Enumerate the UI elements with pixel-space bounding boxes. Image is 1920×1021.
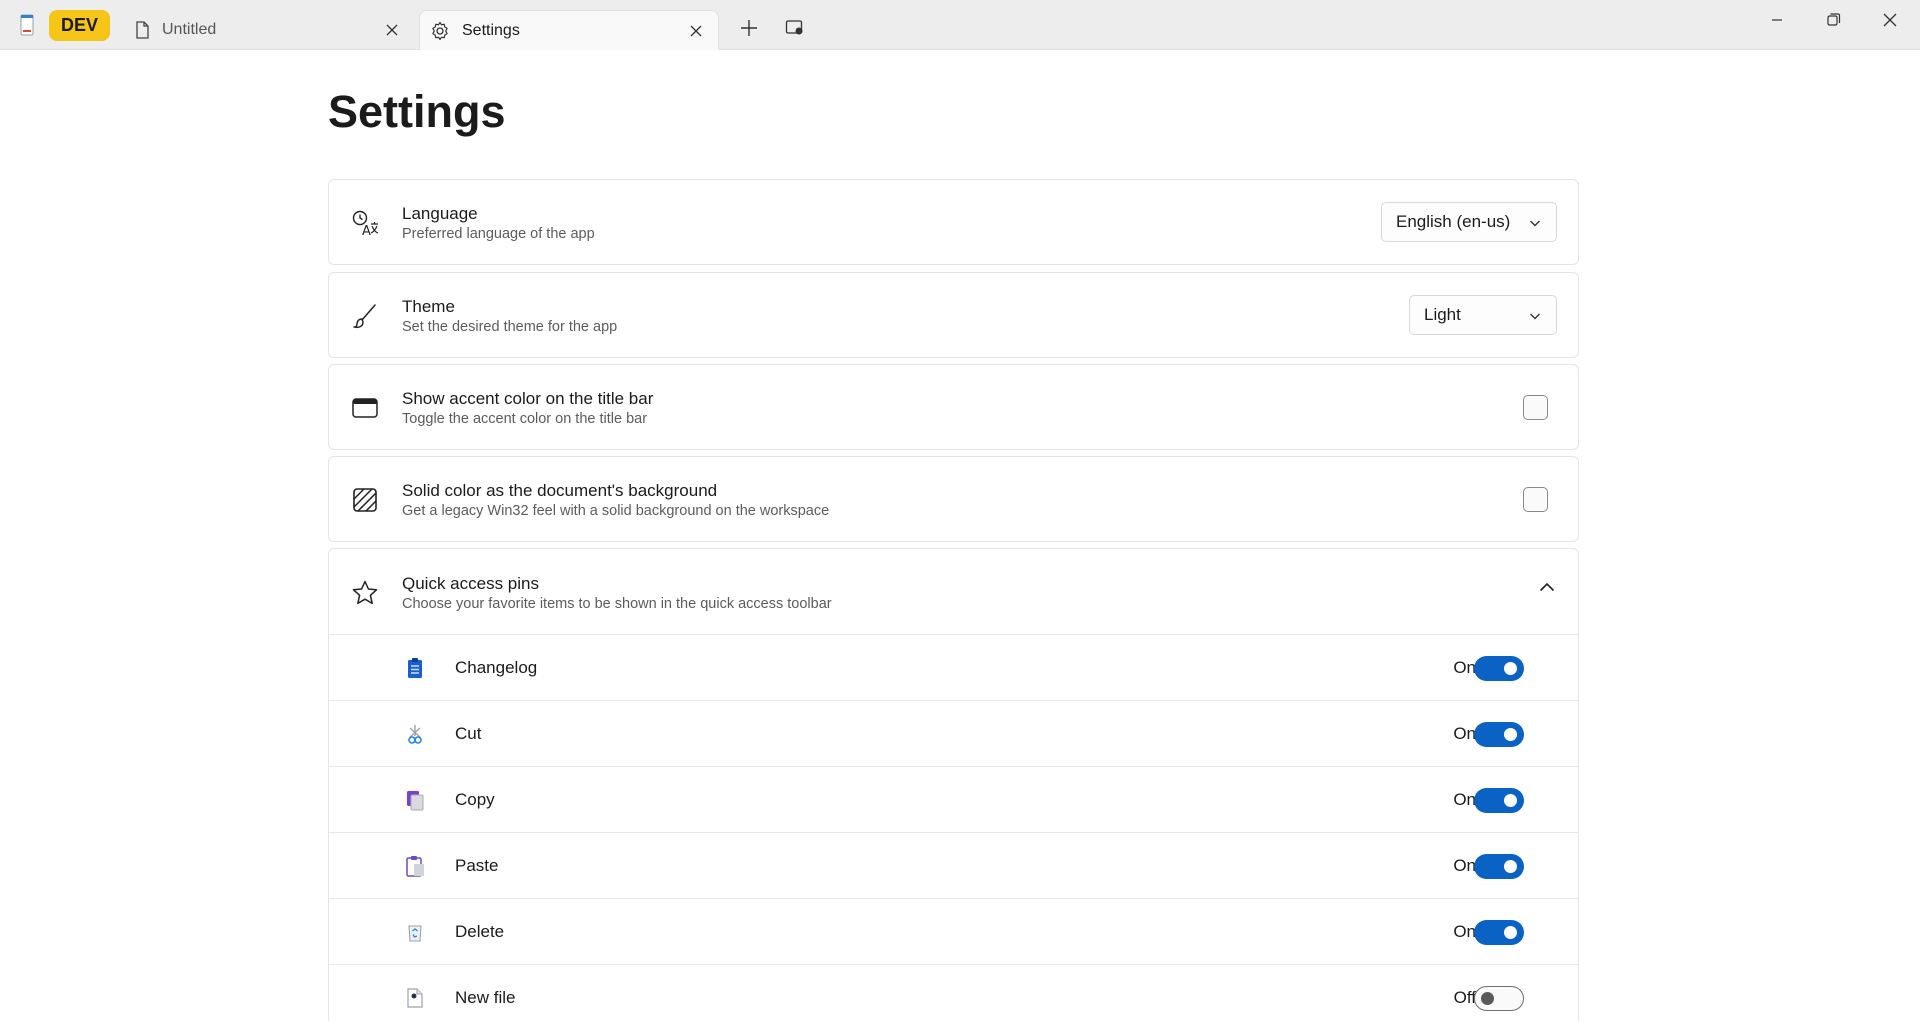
language-description: Preferred language of the app — [402, 226, 595, 242]
pin-label: Paste — [455, 856, 499, 875]
title-bar: DEV Untitled Settings — [0, 0, 1920, 50]
accent-color-setting-card: Show accent color on the title bar Toggl… — [328, 364, 1579, 450]
pin-state: On — [1453, 790, 1476, 809]
tab-label: Untitled — [162, 21, 217, 38]
scissors-icon — [408, 725, 422, 744]
pin-row-paste: Paste On — [328, 832, 1579, 898]
language-icon: A — [352, 210, 379, 237]
theme-description: Set the desired theme for the app — [402, 319, 618, 335]
pin-toggle-cut[interactable] — [1474, 722, 1524, 747]
pin-row-changelog: Changelog On — [328, 634, 1579, 700]
gear-icon — [432, 21, 448, 41]
accent-color-title: Show accent color on the title bar — [402, 389, 654, 408]
document-icon — [136, 21, 149, 39]
pin-label: New file — [455, 988, 516, 1007]
pin-state: Off — [1453, 988, 1476, 1007]
pin-state: On — [1453, 658, 1476, 677]
pin-state: On — [1453, 724, 1476, 743]
toggle-knob — [1481, 991, 1494, 1005]
pin-row-copy: Copy On — [328, 766, 1579, 832]
toggle-knob — [1504, 860, 1517, 873]
pin-row-new-file: New file Off — [328, 964, 1579, 1021]
window-icon — [352, 398, 378, 418]
chevron-up-icon[interactable] — [1538, 580, 1556, 594]
theme-setting-card: Theme Set the desired theme for the app … — [328, 272, 1579, 358]
quick-access-expander[interactable]: Quick access pins Choose your favorite i… — [328, 548, 1579, 636]
svg-text:A: A — [362, 224, 371, 237]
minimize-icon[interactable] — [1762, 10, 1792, 30]
accent-color-checkbox[interactable] — [1523, 395, 1548, 420]
accent-color-description: Toggle the accent color on the title bar — [402, 411, 648, 427]
pin-toggle-new-file[interactable] — [1474, 986, 1524, 1011]
chevron-down-icon — [1530, 313, 1540, 320]
pin-toggle-copy[interactable] — [1474, 788, 1524, 813]
language-setting-card: A Language Preferred language of the app… — [328, 179, 1579, 265]
language-selected-value: English (en-us) — [1396, 212, 1511, 231]
new-file-icon — [407, 988, 423, 1008]
notepad-app-icon — [20, 14, 34, 36]
tab-actions-icon[interactable] — [785, 19, 805, 37]
tab-untitled[interactable]: Untitled — [124, 10, 414, 50]
pin-label: Changelog — [455, 658, 538, 677]
tab-label: Settings — [462, 22, 520, 39]
solid-background-description: Get a legacy Win32 feel with a solid bac… — [402, 503, 830, 519]
pin-row-cut: Cut On — [328, 700, 1579, 766]
paste-icon — [406, 856, 424, 877]
paintbrush-icon — [353, 304, 376, 329]
theme-dropdown[interactable]: Light — [1409, 295, 1557, 335]
pin-label: Delete — [455, 922, 505, 941]
pin-state: On — [1453, 922, 1476, 941]
recycle-bin-icon — [408, 925, 422, 942]
pin-toggle-changelog[interactable] — [1474, 656, 1524, 681]
chevron-down-icon — [1530, 220, 1540, 227]
language-dropdown[interactable]: English (en-us) — [1381, 202, 1557, 242]
close-tab-icon[interactable] — [688, 23, 704, 39]
pin-label: Copy — [455, 790, 495, 809]
quick-access-description: Choose your favorite items to be shown i… — [402, 596, 832, 612]
page-title: Settings — [328, 86, 506, 137]
toggle-knob — [1504, 662, 1517, 675]
quick-access-title: Quick access pins — [402, 574, 539, 593]
pin-row-delete: Delete On — [328, 898, 1579, 964]
hatched-square-icon — [353, 488, 377, 512]
theme-title: Theme — [402, 297, 455, 316]
toggle-knob — [1504, 794, 1517, 807]
solid-background-checkbox[interactable] — [1523, 487, 1548, 512]
copy-icon — [407, 791, 424, 811]
star-icon — [352, 580, 378, 605]
toggle-knob — [1504, 926, 1517, 939]
language-title: Language — [402, 204, 478, 223]
pin-label: Cut — [455, 724, 482, 743]
tab-settings[interactable]: Settings — [419, 10, 719, 50]
pin-toggle-paste[interactable] — [1474, 854, 1524, 879]
new-tab-icon[interactable] — [738, 17, 760, 39]
dev-badge: DEV — [49, 10, 110, 41]
pin-toggle-delete[interactable] — [1474, 920, 1524, 945]
solid-background-setting-card: Solid color as the document's background… — [328, 456, 1579, 542]
restore-icon[interactable] — [1818, 10, 1848, 30]
solid-background-title: Solid color as the document's background — [402, 481, 718, 500]
toggle-knob — [1504, 728, 1517, 741]
close-window-icon[interactable] — [1875, 10, 1905, 30]
close-tab-icon[interactable] — [384, 22, 400, 38]
pin-state: On — [1453, 856, 1476, 875]
theme-selected-value: Light — [1424, 305, 1461, 324]
clipboard-list-icon — [408, 658, 422, 678]
